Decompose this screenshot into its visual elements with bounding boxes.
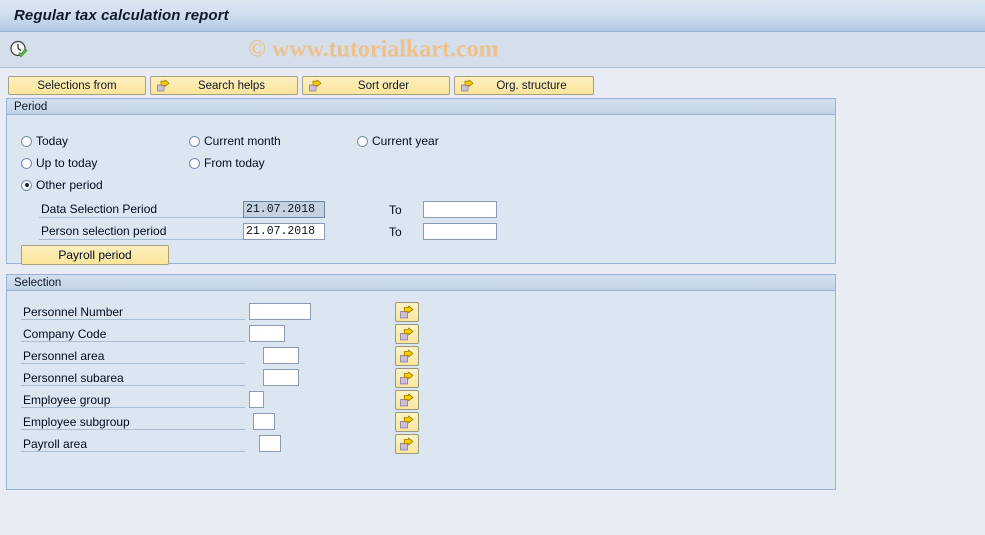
radio-button-indicator	[21, 157, 32, 169]
period-panel-body: Today Current month Current year Up to t…	[7, 115, 835, 265]
person-selection-period-row: Person selection period 21.07.2018	[39, 223, 325, 240]
selection-panel-title: Selection	[14, 276, 62, 289]
radio-from-today[interactable]: From today	[189, 156, 265, 170]
multiple-selection-icon	[400, 371, 414, 385]
personnel-number-label: Personnel Number	[21, 304, 245, 320]
radio-button-indicator	[189, 157, 200, 169]
data-selection-period-to-label: To	[389, 203, 402, 217]
person-selection-period-label: Person selection period	[39, 224, 243, 240]
radio-button-indicator	[357, 135, 368, 147]
company-code-label: Company Code	[21, 326, 245, 342]
watermark-text: © www.tutorialkart.com	[248, 36, 499, 62]
arrow-right-icon	[461, 79, 474, 92]
company-code-input[interactable]	[249, 325, 285, 342]
personnel-area-label: Personnel area	[21, 348, 245, 364]
search-helps-label: Search helps	[197, 79, 266, 92]
payroll-area-label: Payroll area	[21, 436, 245, 452]
radio-current-year[interactable]: Current year	[357, 134, 439, 148]
employee-group-multiple-selection-button[interactable]	[395, 390, 419, 410]
radio-current-year-label: Current year	[372, 134, 439, 148]
data-selection-period-to-input[interactable]	[423, 201, 497, 218]
company-code-multiple-selection-button[interactable]	[395, 324, 419, 344]
window-title-bar: Regular tax calculation report	[0, 0, 985, 32]
employee-subgroup-multiple-selection-button[interactable]	[395, 412, 419, 432]
period-panel-title: Period	[14, 100, 48, 113]
personnel-subarea-multiple-selection-button[interactable]	[395, 368, 419, 388]
period-panel-header: Period	[7, 99, 835, 115]
radio-current-month-label: Current month	[204, 134, 281, 148]
payroll-period-button[interactable]: Payroll period	[21, 245, 169, 265]
radio-today-label: Today	[36, 134, 69, 148]
payroll-area-multiple-selection-button[interactable]	[395, 434, 419, 454]
radio-current-month[interactable]: Current month	[189, 134, 281, 148]
person-selection-period-to-input[interactable]	[423, 223, 497, 240]
selection-panel-header: Selection	[7, 275, 835, 291]
payroll-area-input[interactable]	[259, 435, 281, 452]
data-selection-period-row: Data Selection Period 21.07.2018	[39, 201, 325, 218]
selection-panel-body: Personnel Number Company Code Personnel …	[7, 291, 835, 489]
selections-from-label: Selections from	[37, 79, 117, 92]
search-helps-button[interactable]: Search helps	[150, 76, 298, 95]
radio-button-indicator	[189, 135, 200, 147]
person-selection-period-to-label: To	[389, 225, 402, 239]
personnel-subarea-input[interactable]	[263, 369, 299, 386]
personnel-area-multiple-selection-button[interactable]	[395, 346, 419, 366]
person-selection-period-from-input[interactable]: 21.07.2018	[243, 223, 325, 240]
arrow-right-icon	[309, 79, 322, 92]
employee-subgroup-input[interactable]	[253, 413, 275, 430]
radio-up-to-today[interactable]: Up to today	[21, 156, 97, 170]
personnel-number-multiple-selection-button[interactable]	[395, 302, 419, 322]
employee-subgroup-label: Employee subgroup	[21, 414, 245, 430]
multiple-selection-icon	[400, 305, 414, 319]
employee-group-input[interactable]	[249, 391, 264, 408]
multiple-selection-icon	[400, 327, 414, 341]
radio-button-indicator	[21, 179, 32, 191]
application-toolbar: © www.tutorialkart.com	[0, 32, 985, 68]
selection-panel: Selection Personnel Number Company Code	[6, 274, 836, 490]
selection-buttons-row: Selections from Search helps Sort order …	[8, 76, 594, 95]
arrow-right-icon	[157, 79, 170, 92]
org-structure-label: Org. structure	[496, 79, 567, 92]
radio-from-today-label: From today	[204, 156, 265, 170]
clock-check-icon[interactable]	[8, 39, 30, 61]
page-title: Regular tax calculation report	[14, 7, 229, 24]
period-panel: Period Today Current month Current year …	[6, 98, 836, 265]
payroll-period-label: Payroll period	[58, 248, 132, 262]
radio-button-indicator	[21, 135, 32, 147]
radio-other-period-label: Other period	[36, 178, 103, 192]
data-selection-period-from-input[interactable]: 21.07.2018	[243, 201, 325, 218]
radio-up-to-today-label: Up to today	[36, 156, 98, 170]
multiple-selection-icon	[400, 437, 414, 451]
radio-other-period[interactable]: Other period	[21, 178, 103, 192]
sort-order-button[interactable]: Sort order	[302, 76, 450, 95]
multiple-selection-icon	[400, 349, 414, 363]
employee-group-label: Employee group	[21, 392, 245, 408]
org-structure-button[interactable]: Org. structure	[454, 76, 594, 95]
radio-today[interactable]: Today	[21, 134, 68, 148]
multiple-selection-icon	[400, 393, 414, 407]
personnel-number-input[interactable]	[249, 303, 311, 320]
personnel-subarea-label: Personnel subarea	[21, 370, 245, 386]
sort-order-label: Sort order	[357, 79, 410, 92]
data-selection-period-label: Data Selection Period	[39, 202, 243, 218]
selections-from-button[interactable]: Selections from	[8, 76, 146, 95]
personnel-area-input[interactable]	[263, 347, 299, 364]
multiple-selection-icon	[400, 415, 414, 429]
